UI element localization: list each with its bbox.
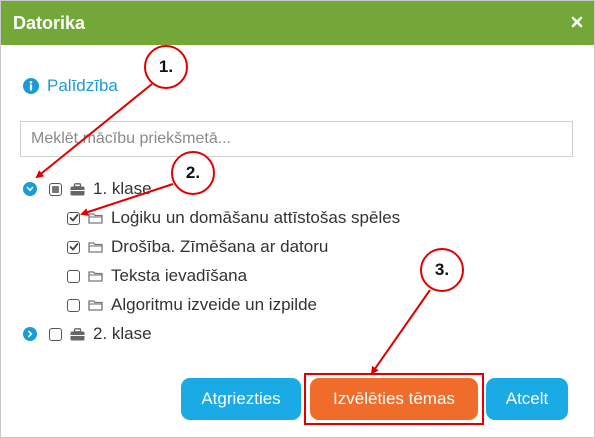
expand-toggle-chevron-right-icon[interactable]	[23, 327, 37, 341]
class-2-checkbox[interactable]	[49, 327, 62, 341]
briefcase-icon	[70, 327, 85, 341]
close-icon[interactable]	[570, 15, 584, 29]
annotation-marker-3: 3.	[420, 248, 464, 292]
tree-node-class-1: 1. klase	[23, 177, 152, 201]
class-1-checkbox[interactable]	[49, 182, 62, 196]
topic-checkbox[interactable]	[67, 240, 80, 254]
folder-icon	[88, 212, 103, 224]
topic-checkbox[interactable]	[67, 298, 80, 312]
topic-label: Algoritmu izveide un izpilde	[111, 295, 317, 314]
tree-node-topic: Teksta ievadīšana	[67, 264, 247, 288]
briefcase-icon	[70, 182, 85, 196]
tree-node-topic: Loģiku un domāšanu attīstošas spēles	[67, 206, 400, 230]
dialog: Datorika Palīdzība 1. klase Loģiku u	[0, 0, 595, 438]
info-icon	[23, 78, 39, 94]
search-input[interactable]	[20, 121, 573, 157]
tree-node-topic: Drošība. Zīmēšana ar datoru	[67, 235, 328, 259]
class-2-label: 2. klase	[93, 324, 152, 343]
topic-label: Drošība. Zīmēšana ar datoru	[111, 237, 329, 256]
back-button[interactable]: Atgriezties	[181, 378, 301, 420]
class-1-label: 1. klase	[93, 179, 152, 198]
help-label: Palīdzība	[47, 76, 118, 95]
topic-checkbox[interactable]	[67, 269, 80, 283]
folder-icon	[88, 241, 103, 253]
folder-icon	[88, 270, 103, 282]
annotation-marker-2: 2.	[171, 151, 215, 195]
help-link[interactable]: Palīdzība	[23, 75, 118, 97]
cancel-button[interactable]: Atcelt	[486, 378, 568, 420]
folder-icon	[88, 299, 103, 311]
expand-toggle-chevron-down-icon[interactable]	[23, 182, 37, 196]
annotation-marker-1: 1.	[144, 45, 188, 89]
tree-node-topic: Algoritmu izveide un izpilde	[67, 293, 317, 317]
annotation-highlight-box	[304, 373, 484, 425]
topic-label: Teksta ievadīšana	[111, 266, 248, 285]
topic-label: Loģiku un domāšanu attīstošas spēles	[111, 208, 401, 227]
dialog-title: Datorika	[13, 13, 86, 33]
topic-checkbox[interactable]	[67, 211, 80, 225]
dialog-title-bar: Datorika	[1, 1, 594, 45]
tree-node-class-2: 2. klase	[23, 322, 152, 346]
